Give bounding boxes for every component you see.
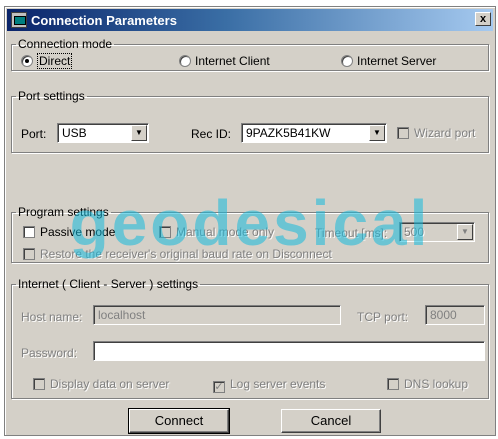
radio-internet-server-indicator[interactable] [341,55,353,67]
radio-internet-client-label: Internet Client [195,54,270,68]
tcp-port-input[interactable]: 8000 [425,305,485,325]
wizard-port-checkbox[interactable]: Wizard port [397,126,475,140]
timeout-select-value: 500 [404,225,425,239]
radio-internet-server-label: Internet Server [357,54,437,68]
timeout-label: Timeout [ms]: [315,226,388,240]
radio-direct[interactable]: Direct [21,53,73,69]
restore-baud-checkbox[interactable]: Restore the receiver's original baud rat… [23,247,332,261]
restore-baud-label: Restore the receiver's original baud rat… [40,247,332,261]
title-bar[interactable]: Connection Parameters x [7,9,493,31]
program-settings-legend: Program settings [18,205,109,219]
port-select[interactable]: USB ▼ [57,123,149,143]
radio-direct-label: Direct [37,53,73,69]
close-icon[interactable]: x [475,12,491,26]
rec-id-label: Rec ID: [191,127,232,141]
dns-lookup-label: DNS lookup [404,377,469,391]
manual-mode-label: Manual mode only [176,225,275,239]
tcp-port-label: TCP port: [357,310,409,324]
chevron-down-icon[interactable]: ▼ [131,125,147,141]
radio-internet-server[interactable]: Internet Server [341,54,436,68]
radio-direct-indicator[interactable] [21,55,33,67]
connection-mode-legend: Connection mode [18,37,113,51]
log-events-checkbox-box[interactable]: ✓ [213,381,225,393]
port-settings-group: Port settings [11,89,489,153]
chevron-down-icon[interactable]: ▼ [457,224,473,240]
radio-internet-client-indicator[interactable] [179,55,191,67]
connect-button[interactable]: Connect [128,408,230,434]
rec-id-select-value: 9PAZK5B41KW [246,126,331,140]
restore-baud-checkbox-box[interactable] [23,248,35,260]
display-data-checkbox-box[interactable] [33,378,45,390]
manual-mode-checkbox-box[interactable] [159,226,171,238]
log-events-checkbox[interactable]: ✓ Log server events [213,377,325,393]
internet-settings-legend: Internet ( Client - Server ) settings [18,277,199,291]
window-title: Connection Parameters [31,13,177,28]
host-name-input[interactable]: localhost [93,305,341,325]
port-settings-legend: Port settings [18,89,85,103]
passive-mode-checkbox-box[interactable] [23,226,35,238]
port-label: Port: [21,127,47,141]
chevron-down-icon[interactable]: ▼ [369,125,385,141]
passive-mode-checkbox[interactable]: Passive mode [23,225,115,239]
password-label: Password: [21,346,78,360]
wizard-port-label: Wizard port [414,126,476,140]
rec-id-select[interactable]: 9PAZK5B41KW ▼ [241,123,387,143]
password-input[interactable] [93,341,485,361]
passive-mode-label: Passive mode [40,225,116,239]
display-data-checkbox[interactable]: Display data on server [33,377,169,391]
host-name-label: Host name: [21,310,83,324]
port-select-value: USB [62,126,87,140]
wizard-port-checkbox-box[interactable] [397,127,409,139]
log-events-label: Log server events [230,377,326,391]
dns-lookup-checkbox-box[interactable] [387,378,399,390]
timeout-select[interactable]: 500 ▼ [399,222,475,242]
connection-parameters-dialog: Connection Parameters x Connection mode … [4,6,496,436]
display-data-label: Display data on server [50,377,170,391]
dns-lookup-checkbox[interactable]: DNS lookup [387,377,468,391]
radio-internet-client[interactable]: Internet Client [179,54,270,68]
manual-mode-checkbox[interactable]: Manual mode only [159,225,274,239]
cancel-button[interactable]: Cancel [281,409,381,433]
connection-app-icon [11,12,27,28]
